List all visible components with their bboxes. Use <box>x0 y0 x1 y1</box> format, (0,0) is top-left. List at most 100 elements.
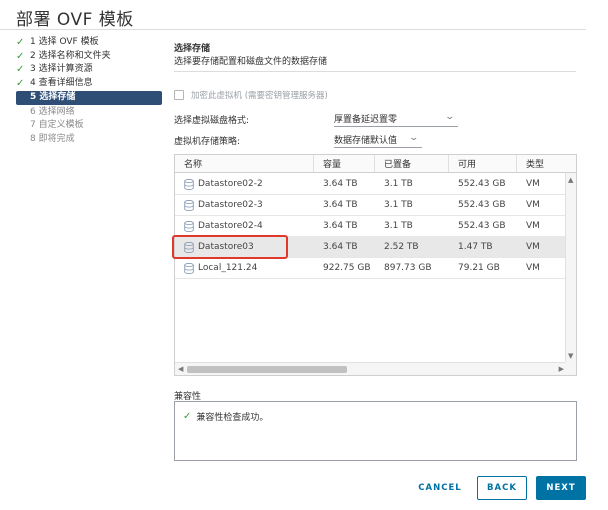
cell-free: 552.43 GB <box>458 221 506 231</box>
step-5-active[interactable]: 5 选择存储 <box>16 91 162 105</box>
disk-format-row: 选择虚拟磁盘格式: 厚置备延迟置零 ⌄ <box>174 111 458 127</box>
table-row-selected[interactable]: Datastore03 3.64 TB 2.52 TB 1.47 TB VM <box>175 237 565 258</box>
column-header-free[interactable]: 可用 <box>449 155 517 172</box>
cell-type: VM <box>526 263 540 273</box>
dialog-title: 部署 OVF 模板 <box>16 10 134 30</box>
section-title: 选择存储 <box>174 44 211 54</box>
scroll-up-icon[interactable]: ▲ <box>568 176 573 184</box>
datastore-icon <box>184 262 194 274</box>
section-divider <box>174 71 576 72</box>
cell-provisioned: 3.1 TB <box>384 200 413 210</box>
scroll-thumb[interactable] <box>187 366 347 373</box>
column-header-provisioned[interactable]: 已置备 <box>375 155 449 172</box>
cell-name: Datastore02-3 <box>175 195 314 215</box>
next-button[interactable]: NEXT <box>536 476 586 500</box>
check-icon: ✓ <box>16 50 25 62</box>
table-row[interactable]: Local_121.24 922.75 GB 897.73 GB 79.21 G… <box>175 258 565 279</box>
step-label: 6 选择网络 <box>30 106 75 117</box>
datastore-icon <box>184 178 194 190</box>
step-8: 8 即将完成 <box>16 133 162 147</box>
cell-type: VM <box>526 242 540 252</box>
datastore-name: Local_121.24 <box>198 263 258 273</box>
step-label: 5 选择存储 <box>30 92 76 102</box>
chevron-down-icon: ⌄ <box>444 112 456 122</box>
cell-free: 79.21 GB <box>458 263 500 273</box>
cell-provisioned: 2.52 TB <box>384 242 419 252</box>
cell-provisioned: 3.1 TB <box>384 179 413 189</box>
encrypt-vm-option: 加密此虚拟机 (需要密钥管理服务器) <box>174 89 328 101</box>
datastore-name: Datastore02-4 <box>198 221 263 231</box>
title-divider <box>0 29 586 30</box>
datastore-name: Datastore02-2 <box>198 179 263 189</box>
section-description: 选择要存储配置和磁盘文件的数据存储 <box>174 57 328 67</box>
cell-capacity: 3.64 TB <box>323 179 358 189</box>
cell-name: Datastore03 <box>175 237 314 257</box>
cell-type: VM <box>526 221 540 231</box>
chevron-down-icon: ⌄ <box>408 133 420 143</box>
cell-name: Datastore02-2 <box>175 174 314 194</box>
step-label: 1 选择 OVF 模板 <box>30 37 99 47</box>
cell-capacity: 3.64 TB <box>323 200 358 210</box>
disk-format-label: 选择虚拟磁盘格式: <box>174 115 250 126</box>
step-1[interactable]: ✓ 1 选择 OVF 模板 <box>16 36 162 50</box>
scroll-corner <box>565 362 576 375</box>
step-6: 6 选择网络 <box>16 106 162 120</box>
check-icon: ✓ <box>16 64 25 75</box>
cell-type: VM <box>526 179 540 189</box>
cell-name: Datastore02-4 <box>175 216 314 236</box>
scroll-down-icon[interactable]: ▼ <box>568 352 573 360</box>
step-2[interactable]: ✓ 2 选择名称和文件夹 <box>16 50 162 64</box>
step-label: 8 即将完成 <box>30 133 75 144</box>
datastore-table: 名称 容量 已置备 可用 类型 Datastore02-2 3.64 TB 3.… <box>174 154 577 376</box>
horizontal-scrollbar[interactable]: ◀ ▶ <box>175 362 567 375</box>
check-icon: ✓ <box>183 411 192 422</box>
table-row[interactable]: Datastore02-4 3.64 TB 3.1 TB 552.43 GB V… <box>175 216 565 237</box>
cell-free: 552.43 GB <box>458 200 506 210</box>
cell-provisioned: 3.1 TB <box>384 221 413 231</box>
cell-capacity: 3.64 TB <box>323 242 358 252</box>
datastore-icon <box>184 199 194 211</box>
back-button[interactable]: BACK <box>477 476 527 500</box>
datastore-name: Datastore03 <box>198 242 254 252</box>
compatibility-message: ✓ 兼容性检查成功。 <box>183 410 268 423</box>
storage-policy-value: 数据存储默认值 <box>334 136 398 146</box>
step-label: 7 自定义模板 <box>30 120 84 130</box>
cell-capacity: 3.64 TB <box>323 221 358 231</box>
cell-free: 552.43 GB <box>458 179 506 189</box>
step-label: 4 查看详细信息 <box>30 77 93 88</box>
cell-provisioned: 897.73 GB <box>384 263 432 273</box>
disk-format-select[interactable]: 厚置备延迟置零 ⌄ <box>334 111 458 127</box>
scroll-left-icon[interactable]: ◀ <box>178 365 183 373</box>
compatibility-text: 兼容性检查成功。 <box>196 413 269 423</box>
step-label: 3 选择计算资源 <box>30 64 93 74</box>
storage-policy-row: 虚拟机存储策略: 数据存储默认值 ⌄ <box>174 132 422 148</box>
vertical-scrollbar[interactable]: ▲ ▼ <box>565 173 576 363</box>
cell-capacity: 922.75 GB <box>323 263 371 273</box>
encrypt-label: 加密此虚拟机 (需要密钥管理服务器) <box>191 91 328 101</box>
wizard-steps: ✓ 1 选择 OVF 模板 ✓ 2 选择名称和文件夹 ✓ 3 选择计算资源 ✓ 4 查看… <box>16 36 162 146</box>
step-label: 2 选择名称和文件夹 <box>30 50 111 61</box>
cancel-button[interactable]: CANCEL <box>412 476 468 500</box>
storage-policy-select[interactable]: 数据存储默认值 ⌄ <box>334 132 422 148</box>
disk-format-value: 厚置备延迟置零 <box>334 115 398 125</box>
encrypt-checkbox <box>174 90 184 100</box>
compatibility-panel: ✓ 兼容性检查成功。 <box>174 401 577 461</box>
cell-free: 1.47 TB <box>458 242 493 252</box>
check-icon: ✓ <box>16 77 25 89</box>
cell-name: Local_121.24 <box>175 258 314 278</box>
table-header: 名称 容量 已置备 可用 类型 <box>175 155 576 173</box>
scroll-right-icon[interactable]: ▶ <box>559 365 564 373</box>
storage-policy-label: 虚拟机存储策略: <box>174 136 241 147</box>
step-3[interactable]: ✓ 3 选择计算资源 <box>16 63 162 77</box>
column-header-name[interactable]: 名称 <box>175 155 314 172</box>
check-icon: ✓ <box>16 37 25 48</box>
table-row[interactable]: Datastore02-2 3.64 TB 3.1 TB 552.43 GB V… <box>175 174 565 195</box>
column-header-capacity[interactable]: 容量 <box>314 155 375 172</box>
table-row[interactable]: Datastore02-3 3.64 TB 3.1 TB 552.43 GB V… <box>175 195 565 216</box>
cell-type: VM <box>526 200 540 210</box>
column-header-type[interactable]: 类型 <box>517 155 565 172</box>
step-4[interactable]: ✓ 4 查看详细信息 <box>16 77 162 91</box>
step-7: 7 自定义模板 <box>16 119 162 133</box>
datastore-icon <box>184 241 194 253</box>
datastore-name: Datastore02-3 <box>198 200 263 210</box>
